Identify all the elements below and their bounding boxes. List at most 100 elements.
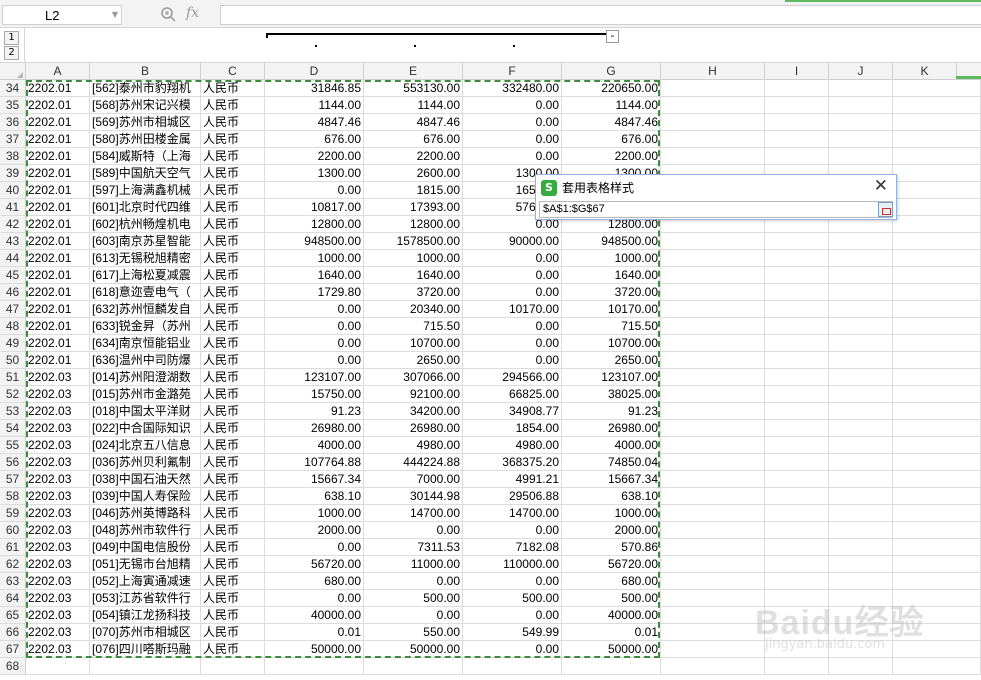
cell-h[interactable] xyxy=(661,114,765,131)
cell-j[interactable] xyxy=(829,488,893,505)
row-header[interactable]: 65 xyxy=(0,607,26,624)
cell-e[interactable]: 12800.00 xyxy=(364,216,463,233)
cell-h[interactable] xyxy=(661,658,765,675)
cell-c[interactable]: 人民币 xyxy=(201,335,265,352)
cell-g[interactable]: 1640.00 xyxy=(562,267,661,284)
cell-a[interactable]: 2202.03 xyxy=(26,471,90,488)
cell-k[interactable] xyxy=(893,386,981,403)
cell-i[interactable] xyxy=(765,403,829,420)
cell-e[interactable]: 17393.00 xyxy=(364,199,463,216)
row-header[interactable]: 60 xyxy=(0,522,26,539)
cell-c[interactable]: 人民币 xyxy=(201,97,265,114)
cell-i[interactable] xyxy=(765,97,829,114)
cell-j[interactable] xyxy=(829,80,893,97)
cell-g[interactable]: 15667.34 xyxy=(562,471,661,488)
cell-c[interactable]: 人民币 xyxy=(201,233,265,250)
cell-b[interactable]: [584]威斯特（上海 xyxy=(90,148,201,165)
cell-b[interactable]: [046]苏州英博路科 xyxy=(90,505,201,522)
cell-c[interactable]: 人民币 xyxy=(201,148,265,165)
cell-g[interactable]: 2650.00 xyxy=(562,352,661,369)
cell-c[interactable]: 人民币 xyxy=(201,624,265,641)
row-header[interactable]: 66 xyxy=(0,624,26,641)
cell-g[interactable]: 1144.00 xyxy=(562,97,661,114)
cell-b[interactable]: [052]上海寅通减速 xyxy=(90,573,201,590)
column-header-k[interactable]: K xyxy=(893,63,957,80)
cell-a[interactable]: 2202.03 xyxy=(26,607,90,624)
cell-d[interactable]: 50000.00 xyxy=(265,641,364,658)
cell-b[interactable]: [580]苏州田楼金属 xyxy=(90,131,201,148)
cell-c[interactable]: 人民币 xyxy=(201,420,265,437)
cell-c[interactable]: 人民币 xyxy=(201,488,265,505)
cell-b[interactable]: [051]无锡市台旭精 xyxy=(90,556,201,573)
cell-f[interactable] xyxy=(463,658,562,675)
cell-k[interactable] xyxy=(893,403,981,420)
cell-a[interactable]: 2202.01 xyxy=(26,250,90,267)
cell-g[interactable]: 26980.00 xyxy=(562,420,661,437)
cell-a[interactable]: 2202.01 xyxy=(26,114,90,131)
column-header-h[interactable]: H xyxy=(661,63,765,80)
cell-f[interactable]: 0.00 xyxy=(463,131,562,148)
cell-e[interactable]: 50000.00 xyxy=(364,641,463,658)
cell-e[interactable]: 3720.00 xyxy=(364,284,463,301)
cell-e[interactable]: 7000.00 xyxy=(364,471,463,488)
cell-d[interactable]: 4847.46 xyxy=(265,114,364,131)
cell-b[interactable]: [632]苏州恒麟发自 xyxy=(90,301,201,318)
cell-g[interactable]: 123107.00 xyxy=(562,369,661,386)
cell-d[interactable]: 0.00 xyxy=(265,182,364,199)
cell-a[interactable]: 2202.03 xyxy=(26,437,90,454)
cell-h[interactable] xyxy=(661,131,765,148)
row-header[interactable]: 34 xyxy=(0,80,26,97)
cell-a[interactable]: 2202.03 xyxy=(26,522,90,539)
cell-c[interactable]: 人民币 xyxy=(201,182,265,199)
cell-c[interactable]: 人民币 xyxy=(201,556,265,573)
cell-d[interactable]: 0.01 xyxy=(265,624,364,641)
cell-f[interactable]: 1854.00 xyxy=(463,420,562,437)
cell-a[interactable]: 2202.03 xyxy=(26,488,90,505)
cell-j[interactable] xyxy=(829,250,893,267)
cell-h[interactable] xyxy=(661,488,765,505)
cell-h[interactable] xyxy=(661,420,765,437)
cell-k[interactable] xyxy=(893,148,981,165)
cell-k[interactable] xyxy=(893,420,981,437)
cell-d[interactable]: 15750.00 xyxy=(265,386,364,403)
cell-d[interactable]: 4000.00 xyxy=(265,437,364,454)
row-header[interactable]: 57 xyxy=(0,471,26,488)
cell-j[interactable] xyxy=(829,131,893,148)
cell-d[interactable]: 0.00 xyxy=(265,539,364,556)
cell-k[interactable] xyxy=(893,114,981,131)
row-header[interactable]: 52 xyxy=(0,386,26,403)
cell-e[interactable]: 1144.00 xyxy=(364,97,463,114)
fx-icon[interactable]: fx xyxy=(186,5,199,21)
cell-e[interactable]: 307066.00 xyxy=(364,369,463,386)
outline-level-1-button[interactable]: 1 xyxy=(4,31,19,45)
collapse-group-button[interactable]: - xyxy=(606,30,619,43)
cell-f[interactable]: 0.00 xyxy=(463,573,562,590)
range-picker-icon[interactable] xyxy=(878,202,893,217)
cell-a[interactable]: 2202.03 xyxy=(26,539,90,556)
cell-e[interactable]: 0.00 xyxy=(364,522,463,539)
column-header-b[interactable]: B xyxy=(90,63,201,80)
cell-d[interactable]: 1729.80 xyxy=(265,284,364,301)
cell-a[interactable]: 2202.01 xyxy=(26,335,90,352)
cell-a[interactable]: 2202.03 xyxy=(26,641,90,658)
cell-b[interactable]: [617]上海松夏减震 xyxy=(90,267,201,284)
cell-b[interactable] xyxy=(90,658,201,675)
cell-h[interactable] xyxy=(661,522,765,539)
cell-h[interactable] xyxy=(661,386,765,403)
cell-e[interactable]: 715.50 xyxy=(364,318,463,335)
cell-k[interactable] xyxy=(893,454,981,471)
cell-i[interactable] xyxy=(765,522,829,539)
cell-i[interactable] xyxy=(765,573,829,590)
cell-e[interactable]: 26980.00 xyxy=(364,420,463,437)
row-header[interactable]: 36 xyxy=(0,114,26,131)
row-header[interactable]: 41 xyxy=(0,199,26,216)
cell-i[interactable] xyxy=(765,131,829,148)
cell-b[interactable]: [568]苏州宋记兴模 xyxy=(90,97,201,114)
cell-i[interactable] xyxy=(765,114,829,131)
cell-g[interactable]: 1000.00 xyxy=(562,505,661,522)
cell-i[interactable] xyxy=(765,301,829,318)
cell-d[interactable]: 1640.00 xyxy=(265,267,364,284)
cell-g[interactable]: 40000.00 xyxy=(562,607,661,624)
cell-g[interactable]: 10700.00 xyxy=(562,335,661,352)
cell-k[interactable] xyxy=(893,97,981,114)
